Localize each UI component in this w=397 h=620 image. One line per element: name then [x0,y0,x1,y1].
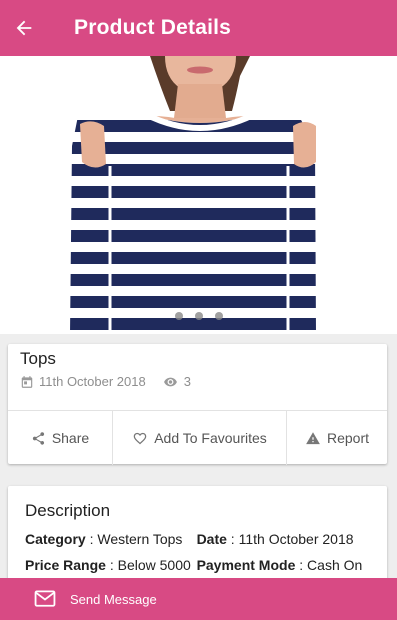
product-image [0,56,397,334]
product-image-carousel[interactable] [0,56,397,334]
mail-icon [34,590,56,608]
add-to-favourites-button[interactable]: Add To Favourites [112,411,286,465]
detail-row: Category : Western Tops Date : 11th Octo… [25,530,385,548]
page-title: Product Details [74,16,232,39]
send-message-label: Send Message [70,591,157,607]
product-title: Tops [20,349,56,368]
report-label: Report [326,430,370,446]
eye-icon [162,375,179,389]
share-label: Share [51,430,90,446]
carousel-dot[interactable] [214,312,223,320]
view-count: 3 [183,374,191,389]
post-date: 11th October 2018 [39,374,146,389]
warning-icon [306,431,320,444]
detail-date: Date : 11th October 2018 [196,531,354,547]
send-message-button[interactable]: Send Message [0,578,397,620]
detail-category: Category : Western Tops [25,531,183,547]
back-button[interactable] [0,0,52,56]
product-info-card: Tops 11th October 2018 3 Share Add To Fa… [8,344,387,465]
app-bar: Product Details [0,0,397,56]
carousel-indicator [0,312,397,320]
report-button[interactable]: Report [286,411,387,465]
share-button[interactable]: Share [8,411,112,465]
carousel-dot[interactable] [174,312,183,320]
favourites-label: Add To Favourites [154,430,267,446]
description-heading: Description [25,501,111,520]
share-icon [32,431,44,445]
product-meta: 11th October 2018 3 [20,374,191,389]
action-bar: Share Add To Favourites Report [8,410,387,465]
calendar-icon [20,375,34,389]
arrow-back-icon [16,20,32,36]
carousel-dot[interactable] [194,312,203,320]
heart-outline-icon [133,432,147,444]
